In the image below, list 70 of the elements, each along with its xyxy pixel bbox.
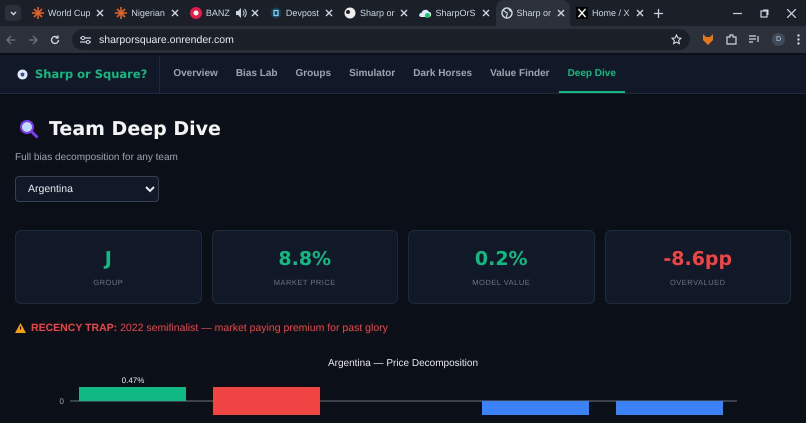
forward-icon[interactable]: [28, 34, 38, 44]
tab-title: Sharp or: [516, 8, 552, 18]
close-icon[interactable]: [482, 9, 490, 17]
stat-value: 0.2%: [474, 248, 528, 270]
nav-tab[interactable]: Dark Horses: [404, 55, 482, 93]
tab-title: World Cup: [48, 8, 90, 18]
media-queue-icon[interactable]: [749, 35, 760, 44]
team-select[interactable]: Argentina: [15, 176, 159, 202]
puzzle-icon[interactable]: [726, 34, 737, 45]
browser-tab[interactable]: SharpOrS: [414, 0, 494, 26]
tab-title: Devpost: [286, 8, 319, 18]
x-logo-icon: [576, 7, 588, 19]
browser-tab[interactable]: Devpost: [264, 0, 338, 26]
star-icon[interactable]: [671, 34, 682, 45]
browser-tab[interactable]: Sharp or: [496, 0, 570, 26]
stat-value: -8.6pp: [663, 248, 732, 270]
page-subtitle: Full bias decomposition for any team: [15, 152, 179, 163]
close-icon[interactable]: [250, 9, 259, 17]
restore-icon[interactable]: [760, 8, 769, 18]
nav-tab[interactable]: Groups: [286, 55, 340, 93]
browser-tab[interactable]: Nigerian: [110, 0, 184, 26]
chart-title: Argentina — Price Decomposition: [326, 358, 480, 369]
new-tab-icon[interactable]: [654, 8, 663, 18]
bar-value-label: 0.47%: [122, 376, 144, 385]
menu-icon[interactable]: [797, 34, 800, 45]
nav-tab[interactable]: Bias Lab: [226, 55, 286, 93]
ball-icon: [344, 7, 356, 19]
site-settings-icon: [80, 34, 91, 44]
browser-tab[interactable]: Sharp or: [338, 0, 414, 26]
stat-value: 8.8%: [278, 248, 332, 270]
close-icon[interactable]: [787, 8, 796, 18]
soccer-ball-icon: [17, 68, 28, 80]
stat-value: J: [104, 248, 112, 270]
sunburst-icon: [115, 7, 128, 19]
cloud-icon: [419, 7, 432, 19]
browser-tab[interactable]: World Cup: [27, 0, 110, 26]
close-icon[interactable]: [96, 9, 104, 17]
back-icon[interactable]: [6, 34, 16, 44]
nav-tab[interactable]: Overview: [164, 55, 227, 93]
tab-title: BANZ: [206, 8, 230, 18]
brand-name[interactable]: Sharp or Square?: [35, 67, 148, 81]
page-title: Team Deep Dive: [49, 118, 221, 140]
warning-icon: [15, 323, 26, 333]
close-icon[interactable]: [400, 9, 408, 17]
url-text: sharporsquare.onrender.com: [99, 34, 235, 46]
sunburst-icon: [32, 7, 44, 19]
browser-tab[interactable]: BANZ: [184, 0, 264, 26]
reload-icon[interactable]: [50, 34, 60, 44]
fox-icon[interactable]: [702, 34, 714, 45]
chevron-icon: [10, 10, 16, 16]
nav-tab[interactable]: Value Finder: [481, 55, 559, 93]
nav-tab[interactable]: Deep Dive: [558, 55, 625, 93]
record-icon: [190, 7, 202, 19]
tab-title: Home / X: [592, 8, 630, 18]
globe-icon: [500, 7, 512, 19]
close-icon[interactable]: [324, 9, 333, 17]
hexagon-icon: [270, 7, 282, 19]
close-icon[interactable]: [170, 9, 179, 17]
axis-tick-label: 0: [60, 397, 64, 406]
nav-tab[interactable]: Simulator: [340, 55, 404, 93]
address-bar[interactable]: sharporsquare.onrender.com: [72, 29, 690, 50]
tab-title: Nigerian: [131, 8, 165, 18]
tab-search-button[interactable]: [5, 5, 21, 21]
close-icon[interactable]: [636, 9, 644, 17]
browser-tab[interactable]: Home / X: [571, 0, 649, 26]
magnifier-icon: [19, 119, 39, 139]
alert-message: RECENCY TRAP: 2022 semifinalist — market paying premium for past glory: [31, 322, 389, 334]
tab-title: SharpOrS: [435, 8, 476, 18]
close-icon[interactable]: [557, 9, 566, 17]
tab-title: Sharp or: [360, 8, 394, 18]
